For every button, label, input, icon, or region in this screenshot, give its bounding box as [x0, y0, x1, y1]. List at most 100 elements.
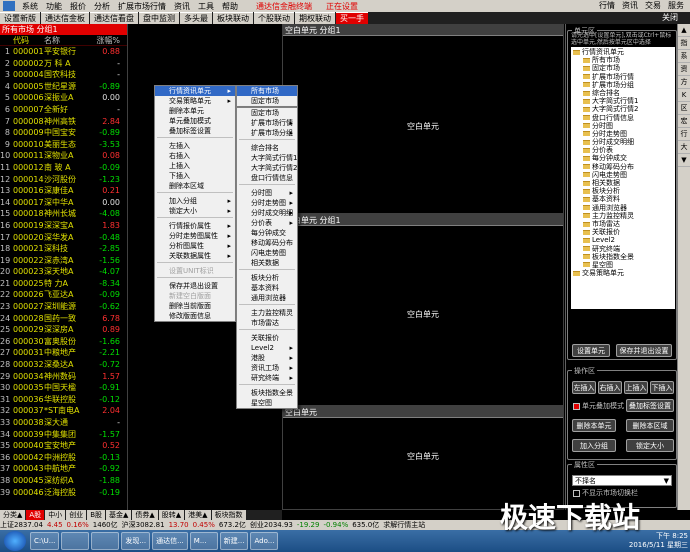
menu-item[interactable]: 分时成交明细 ▸ [237, 208, 297, 218]
menu-item[interactable]: 分析 [90, 1, 114, 12]
col-change[interactable]: 涨幅% [92, 35, 122, 45]
table-row[interactable]: 30 000035 中国天楹 -0.91 [0, 382, 127, 394]
tree-item[interactable]: 分时走势图 [571, 130, 675, 138]
table-row[interactable]: 32 000037 *ST南电A 2.04 [0, 405, 127, 417]
menu-item[interactable]: 扩展市场行情 ▸ [237, 118, 297, 128]
set-unit-button[interactable]: 设置单元 [572, 344, 610, 357]
lock-size-button[interactable]: 锁定大小 [626, 439, 674, 452]
side-tool-button[interactable]: 宏 [678, 115, 690, 128]
menu-item[interactable]: 扩展市场分组 ▸ [237, 128, 297, 138]
menu-item[interactable]: 港股 ▸ [237, 353, 297, 363]
table-row[interactable]: 35 000040 宝安地产 0.52 [0, 440, 127, 452]
menu-item[interactable]: 基本资料 [237, 283, 297, 293]
table-row[interactable]: 39 000046 泛海控股 -0.19 [0, 487, 127, 499]
menu-item[interactable]: 功能 [42, 1, 66, 12]
tree-item[interactable]: 移动筹码分布 [571, 163, 675, 171]
menu-item[interactable]: 研究终端 ▸ [237, 373, 297, 383]
tree-item[interactable]: 扩展市场行情 [571, 73, 675, 81]
table-row[interactable]: 37 000043 中航地产 -0.92 [0, 463, 127, 475]
menu-right-item[interactable]: 交易 [643, 0, 663, 11]
menu-item[interactable]: 工具 [194, 1, 218, 12]
taskbar-item[interactable]: Ado... [250, 532, 279, 550]
menu-item[interactable]: 星空图 [237, 398, 297, 408]
unit-tree[interactable]: 行情资讯单元 所有市场 固定市场 扩展市场行情 扩展市场分组 综合排名 大字简式行情1 大字简… [571, 47, 675, 309]
taskbar-item[interactable]: 通达信... [152, 532, 188, 550]
category-tab[interactable]: 板块指数 [211, 510, 246, 520]
tree-item[interactable]: 扩展市场分组 [571, 81, 675, 89]
tree-item[interactable]: 分时成交明细 [571, 138, 675, 146]
menu-item[interactable]: 分时走势图 ▸ [237, 198, 297, 208]
menu-item[interactable]: 大字简式行情1 [237, 153, 297, 163]
menu-item[interactable]: 分时图 ▸ [237, 188, 297, 198]
menu-item[interactable]: 锁定大小 ▸ [155, 206, 235, 216]
table-row[interactable]: 34 000039 中集集团 -1.57 [0, 429, 127, 441]
delete-area-button[interactable]: 删除本区域 [626, 419, 674, 432]
col-code[interactable]: 代码 [10, 35, 44, 45]
table-row[interactable]: 16 000019 深深宝A 1.83 [0, 220, 127, 232]
menu-item[interactable]: 下插入 [155, 171, 235, 181]
menu-item[interactable]: 通用浏览器 [237, 293, 297, 303]
table-row[interactable]: 19 000022 深赤湾A -1.56 [0, 255, 127, 267]
blank-unit-2[interactable]: 空白单元 分组1 空白单元 [282, 214, 564, 406]
menu-item[interactable]: 分价表 ▸ [237, 218, 297, 228]
menu-item[interactable]: 移动筹码分布 [237, 238, 297, 248]
table-row[interactable]: 26 000030 富奥股份 -1.66 [0, 336, 127, 348]
tree-item[interactable]: 综合排名 [571, 89, 675, 97]
side-tool-button[interactable]: 方 [678, 76, 690, 89]
menu-item[interactable]: 资讯 [170, 1, 194, 12]
table-row[interactable]: 3 000004 国农科技 - [0, 69, 127, 81]
menu-item[interactable]: 加入分组 ▸ [155, 196, 235, 206]
tree-item[interactable]: 星空图 [571, 261, 675, 269]
side-tool-button[interactable]: ▼ [678, 154, 690, 167]
insert-right-button[interactable]: 右插入 [598, 381, 622, 394]
side-tool-button[interactable]: 大 [678, 141, 690, 154]
layout-tab[interactable]: 个股联动 [254, 12, 294, 24]
table-row[interactable]: 27 000031 中粮地产 -2.21 [0, 347, 127, 359]
menu-item[interactable]: 资讯工场 ▸ [237, 363, 297, 373]
side-tool-button[interactable]: 行 [678, 128, 690, 141]
taskbar-item[interactable]: 新建... [219, 532, 249, 550]
menu-item[interactable]: 交易策略单元 ▸ [155, 96, 235, 106]
tree-item[interactable]: 板块分析 [571, 187, 675, 195]
menu-right-item[interactable]: 服务 [666, 0, 686, 11]
taskbar-item[interactable] [61, 532, 90, 550]
category-tab[interactable]: 股转▲ [158, 510, 185, 520]
side-tool-button[interactable]: 系 [678, 50, 690, 63]
property-select[interactable]: 不择名 ▼ [572, 475, 672, 486]
col-name[interactable]: 名称 [44, 35, 92, 45]
tree-item[interactable]: 通用浏览器 [571, 204, 675, 212]
menu-item[interactable]: 系统 [18, 1, 42, 12]
menu-item[interactable]: 叠加标签设置 [155, 126, 235, 136]
menu-item[interactable]: 板块指数全景 [237, 388, 297, 398]
tree-item[interactable]: 研究终端 [571, 245, 675, 253]
menu-item[interactable]: 删除当前版面 [155, 301, 235, 311]
table-row[interactable]: 2 000002 万 科 A - [0, 58, 127, 70]
menu-item[interactable]: 主力监控精灵 [237, 308, 297, 318]
table-row[interactable]: 4 000005 世纪星源 -0.89 [0, 81, 127, 93]
taskbar-item[interactable]: 发现... [121, 532, 151, 550]
table-row[interactable]: 21 000025 特 力A -8.34 [0, 278, 127, 290]
table-row[interactable]: 38 000045 深纺织A -1.88 [0, 475, 127, 487]
table-row[interactable]: 36 000042 中洲控股 -0.13 [0, 452, 127, 464]
tree-item[interactable]: 闪电走势图 [571, 171, 675, 179]
menu-item[interactable]: Level2 ▸ [237, 343, 297, 353]
menu-item[interactable]: 固定市场 [237, 96, 297, 106]
tree-item[interactable]: 关联报价 [571, 228, 675, 236]
menu-item[interactable]: 删除本单元 [155, 106, 235, 116]
menu-item[interactable]: 保存并退出设置 [155, 281, 235, 291]
menu-item[interactable]: 板块分析 [237, 273, 297, 283]
tree-item[interactable]: 固定市场 [571, 64, 675, 72]
blank-unit-3[interactable]: 空白单元 空白单元 [282, 406, 564, 510]
tree-item[interactable]: 所有市场 [571, 56, 675, 64]
tree-item[interactable]: 每分钟成交 [571, 154, 675, 162]
layout-tab[interactable]: 期权联动 [295, 12, 335, 24]
menu-item[interactable]: 相关数据 [237, 258, 297, 268]
menu-item[interactable]: 报价 [66, 1, 90, 12]
table-row[interactable]: 7 000008 神州高铁 2.84 [0, 116, 127, 128]
taskbar-item[interactable] [91, 532, 120, 550]
table-row[interactable]: 20 000023 深天地A -4.07 [0, 266, 127, 278]
menu-item[interactable]: 分时走势图属性 ▸ [155, 231, 235, 241]
add-group-button[interactable]: 加入分组 [572, 439, 616, 452]
table-row[interactable]: 11 000012 南 玻 A -0.09 [0, 162, 127, 174]
table-row[interactable]: 1 000001 平安银行 0.88 [0, 46, 127, 58]
